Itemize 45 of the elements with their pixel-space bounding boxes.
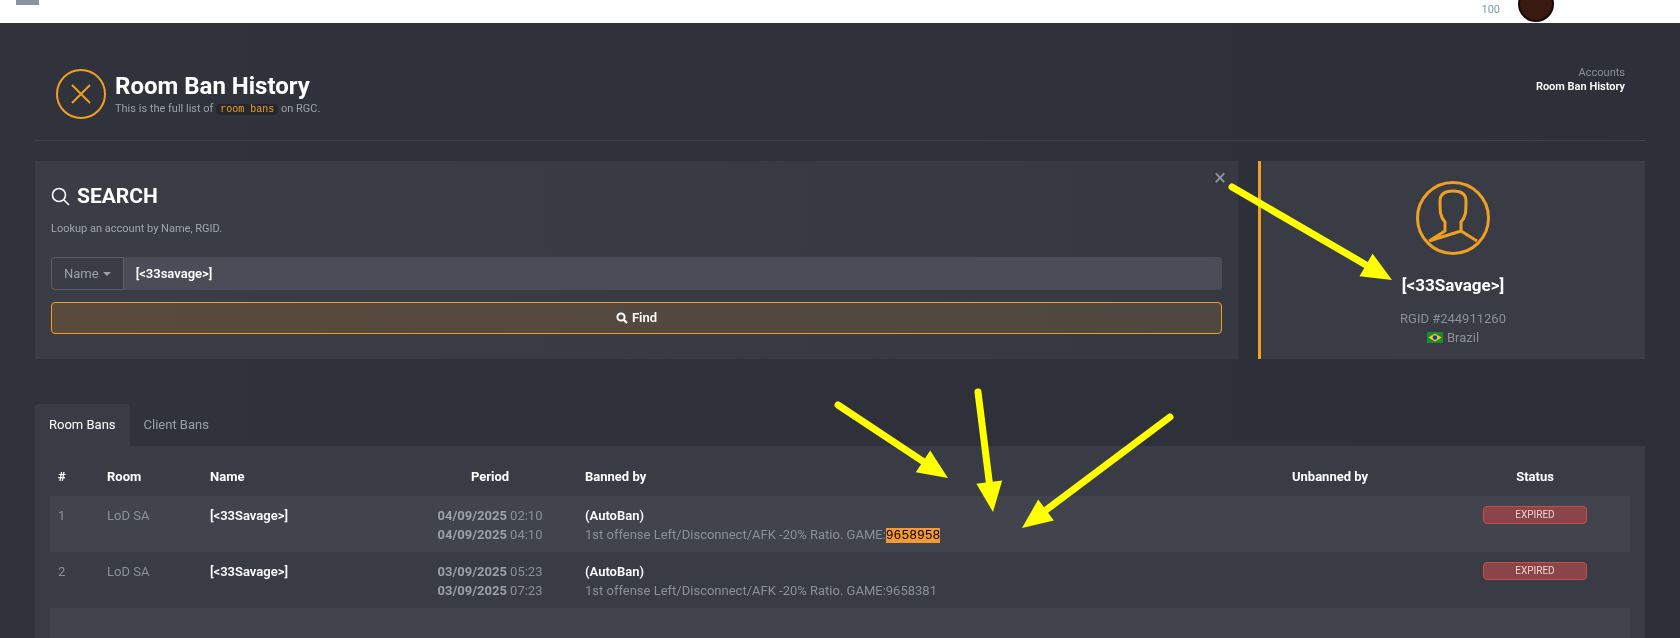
breadcrumb-item[interactable]: Accounts <box>1578 66 1625 80</box>
ban-reason: 1st offense Left/Disconnect/AFK -20% Ratio. GAME:9658958 <box>585 526 941 545</box>
caret-icon <box>102 271 111 276</box>
table-cell: LoD SA <box>107 564 150 579</box>
counter: 100 <box>1481 4 1500 15</box>
ban-reason: 1st offense Left/Disconnect/AFK -20% Ratio. GAME:9658381 <box>585 582 937 600</box>
table-cell: 1 <box>58 508 66 523</box>
table-cell: [<33Savage>] <box>210 508 288 523</box>
flag-icon <box>1426 332 1443 344</box>
banned-by: (AutoBan) <box>585 507 644 525</box>
status-badge: EXPIRED <box>1483 562 1587 580</box>
find-button[interactable]: Find <box>51 302 1222 334</box>
table-cell: [<33Savage>] <box>210 564 288 579</box>
table-cell: LoD SA <box>107 508 150 523</box>
tab[interactable]: Room Bans <box>35 404 130 446</box>
profile-name: [<33Savage>] <box>1401 274 1505 297</box>
period-end: 03/09/2025 07:23 <box>437 582 543 600</box>
user-icon <box>1416 181 1490 255</box>
column-header: Period <box>470 469 510 484</box>
column-header: Name <box>210 469 245 484</box>
table-cell: 2 <box>58 564 66 579</box>
search-field[interactable]: [<33savage>] <box>123 257 1222 290</box>
column-header: Banned by <box>585 469 647 484</box>
field-type-dropdown[interactable]: Name <box>51 257 124 290</box>
period-end: 04/09/2025 04:10 <box>437 526 543 544</box>
period-start: 04/09/2025 02:10 <box>437 507 543 525</box>
profile-rgid: RGID #244911260 <box>1400 309 1506 328</box>
breadcrumb-item: Room Ban History <box>1535 79 1625 94</box>
period-start: 03/09/2025 05:23 <box>437 563 543 581</box>
column-header: Unbanned by <box>1291 469 1369 484</box>
search-hint: Lookup an account by Name, RGID. <box>51 220 224 237</box>
column-header: Status <box>1516 469 1554 484</box>
close-circle-icon <box>55 68 107 120</box>
column-header: # <box>58 469 66 484</box>
close-button[interactable]: × <box>1214 167 1226 189</box>
search-icon <box>51 186 71 207</box>
search-title: SEARCH <box>77 183 158 210</box>
banned-by: (AutoBan) <box>585 563 644 581</box>
status-badge: EXPIRED <box>1483 506 1587 524</box>
tab[interactable]: Client Bans <box>129 404 223 446</box>
profile-country: Brazil <box>1446 329 1480 347</box>
search-icon <box>615 312 628 324</box>
column-header: Room <box>107 469 142 484</box>
page-title: Room Ban History <box>115 70 311 101</box>
page-subtitle: This is the full list of room bans on RGC. <box>115 100 321 117</box>
